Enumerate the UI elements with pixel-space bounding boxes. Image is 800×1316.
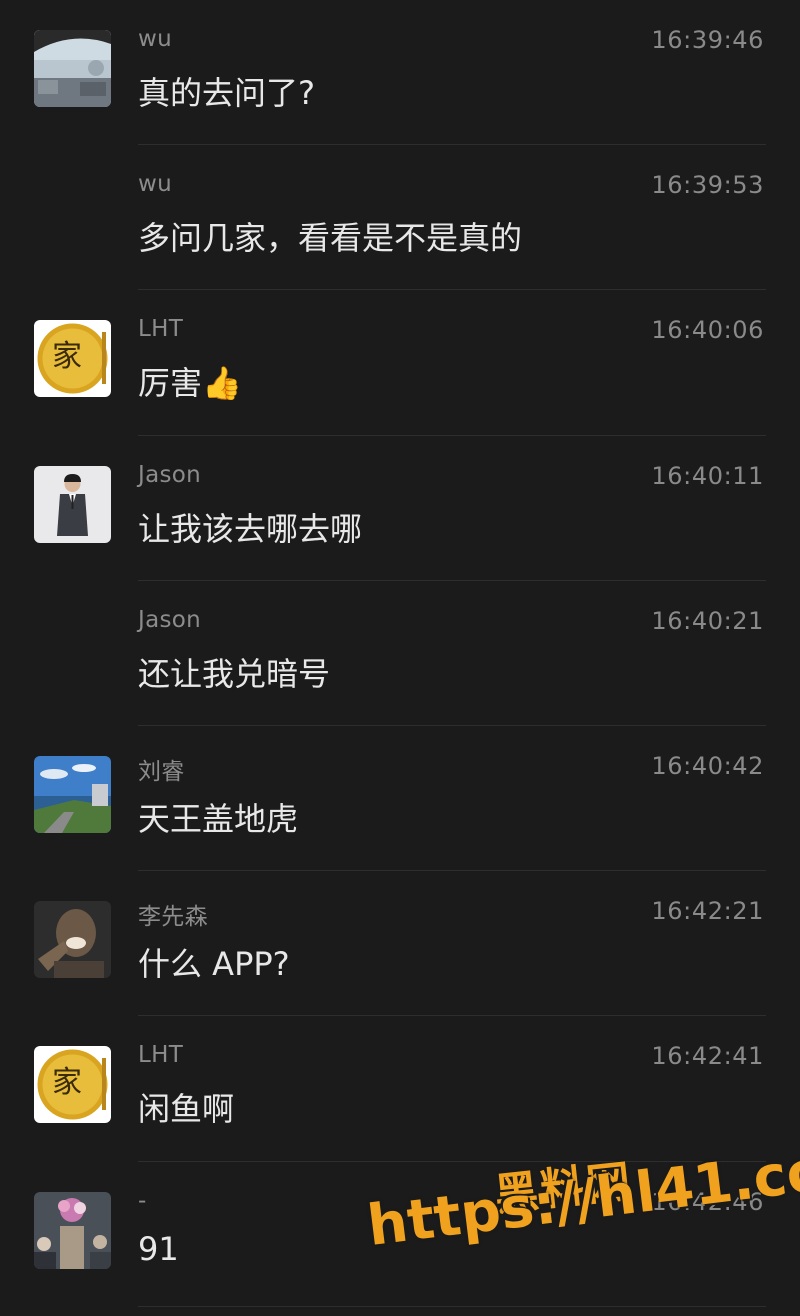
message-text: 闲鱼啊 xyxy=(138,1090,235,1129)
gold-coin-avatar[interactable]: 家 xyxy=(34,1046,111,1124)
message-time: 16:40:11 xyxy=(651,461,764,490)
sender-name: wu xyxy=(138,171,172,198)
message-item[interactable]: Jason 16:40:21 还让我兑暗号 xyxy=(0,581,800,726)
sender-name: 刘睿 xyxy=(138,758,185,785)
svg-text:家: 家 xyxy=(52,339,82,374)
flower-crowd-avatar[interactable] xyxy=(34,1191,111,1269)
message-item[interactable]: wu 16:39:53 多问几家，看看是不是真的 xyxy=(0,145,800,291)
message-text: 让我该去哪去哪 xyxy=(138,509,363,548)
sender-name: 李先森 xyxy=(138,904,208,931)
message-item[interactable]: 家 LHT 16:40:06 厉害👍 xyxy=(0,290,800,436)
message-item[interactable]: - 16:42:46 91 xyxy=(0,1162,800,1307)
coastal-landscape-avatar[interactable] xyxy=(34,755,111,833)
message-time: 16:39:46 xyxy=(651,26,764,54)
message-time: 16:40:21 xyxy=(651,606,764,635)
message-item[interactable]: 李先森 16:42:21 什么 APP? xyxy=(0,871,800,1017)
sender-name: - xyxy=(138,1187,147,1214)
sender-name: Jason xyxy=(138,461,202,488)
message-text: 还让我兑暗号 xyxy=(138,654,331,693)
message-text: 什么 APP? xyxy=(138,945,290,984)
message-time: 16:42:21 xyxy=(651,897,764,926)
message-item[interactable]: 刘睿 16:40:42 天王盖地虎 xyxy=(0,726,800,872)
thumbs-up-icon: 👍 xyxy=(202,364,242,403)
message-time: 16:40:06 xyxy=(651,316,764,345)
message-text: 91 xyxy=(138,1229,179,1268)
sender-name: wu xyxy=(138,26,172,52)
message-text: 厉害👍 xyxy=(138,358,242,404)
message-time: 16:42:41 xyxy=(651,1042,764,1071)
message-text: 多问几家，看看是不是真的 xyxy=(138,219,523,258)
message-item[interactable]: 家 LHT 16:42:41 闲鱼啊 xyxy=(0,1016,800,1162)
message-time: 16:40:42 xyxy=(651,751,764,780)
message-item[interactable]: wu 16:39:46 真的去问了? xyxy=(0,0,800,146)
chat-message-list[interactable]: wu 16:39:46 真的去问了? wu 16:39:53 多问几家，看看是不… xyxy=(0,0,800,1307)
sender-name: Jason xyxy=(138,606,202,633)
svg-text:家: 家 xyxy=(52,1065,82,1100)
laughing-person-avatar[interactable] xyxy=(34,901,111,979)
sender-name: LHT xyxy=(138,1042,184,1069)
sender-name: LHT xyxy=(138,316,184,343)
message-time: 16:42:46 xyxy=(651,1187,764,1216)
divider xyxy=(138,1305,766,1307)
message-text: 天王盖地虎 xyxy=(138,799,299,838)
car-photo-avatar[interactable] xyxy=(34,30,111,107)
message-item[interactable]: Jason 16:40:11 让我该去哪去哪 xyxy=(0,436,800,581)
message-time: 16:39:53 xyxy=(651,171,764,200)
gold-coin-avatar[interactable]: 家 xyxy=(34,320,111,398)
message-text-content: 厉害 xyxy=(138,364,203,403)
message-text: 真的去问了? xyxy=(138,74,315,112)
man-in-suit-avatar[interactable] xyxy=(34,465,111,543)
